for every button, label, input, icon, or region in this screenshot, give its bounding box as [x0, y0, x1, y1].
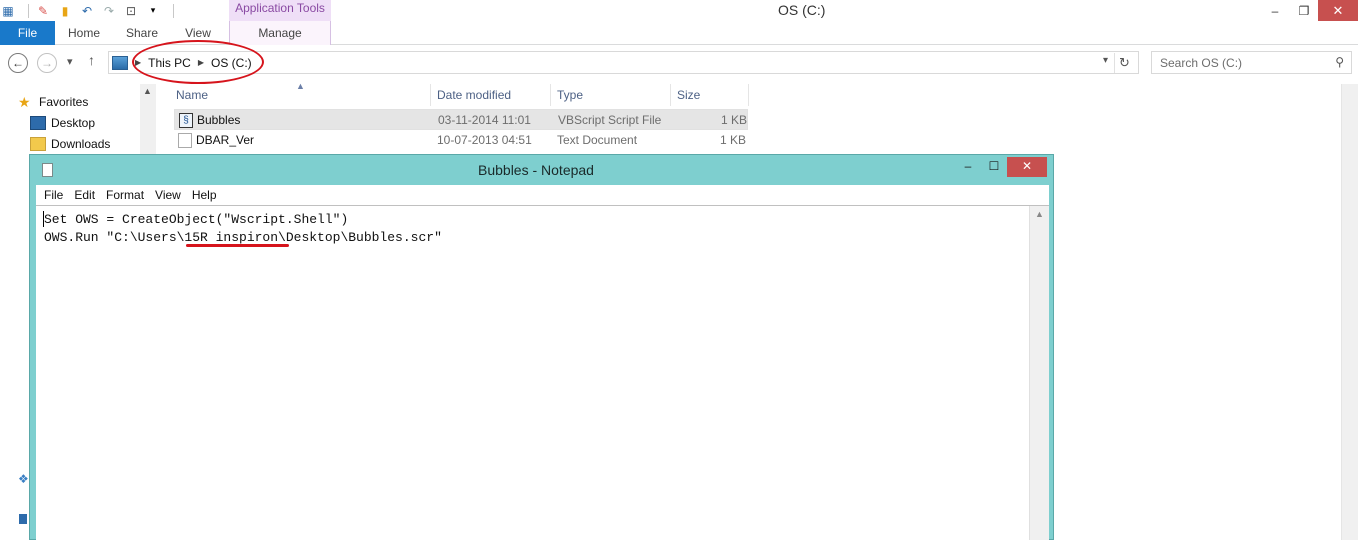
script-content[interactable]: Set OWS = CreateObject("Wscript.Shell") …: [44, 211, 442, 247]
new-folder-icon[interactable]: ▮: [57, 3, 73, 19]
address-bar[interactable]: ▶ This PC ▶ OS (C:) ▾ ↻: [108, 51, 1139, 74]
search-icon[interactable]: ⚲: [1335, 55, 1344, 69]
file-row[interactable]: DBAR_Ver 10-07-2013 04:51 Text Document …: [174, 130, 748, 151]
file-type: Text Document: [557, 133, 638, 147]
menu-format[interactable]: Format: [106, 188, 144, 202]
explorer-app-icon[interactable]: ▦: [0, 3, 16, 19]
nav-item-favorites[interactable]: ★ Favorites: [18, 92, 88, 112]
toolbar-divider: [28, 3, 29, 18]
nav-label: Favorites: [39, 95, 89, 109]
file-size: 1 KB: [720, 133, 747, 147]
scroll-up-icon[interactable]: ▲: [143, 86, 152, 96]
menu-file[interactable]: File: [44, 188, 63, 202]
notepad-window: Bubbles - Notepad – ☐ ✕ File Edit Format…: [29, 154, 1054, 540]
computer-icon[interactable]: [19, 514, 27, 524]
notepad-close-button[interactable]: ✕: [1007, 157, 1047, 177]
breadcrumb-separator-icon[interactable]: ▶: [135, 58, 141, 67]
ribbon-tabs: File Home Share View Manage: [0, 21, 1358, 45]
file-list: ▲ Name Date modified Type Size § Bubbles…: [172, 81, 752, 148]
column-header-size[interactable]: Size: [677, 88, 700, 102]
undo-icon[interactable]: ↶: [79, 3, 95, 19]
file-date: 10-07-2013 04:51: [437, 133, 532, 147]
file-list-header: ▲ Name Date modified Type Size: [172, 81, 752, 106]
column-divider[interactable]: [550, 84, 551, 106]
column-divider[interactable]: [748, 84, 749, 106]
search-box[interactable]: ⚲: [1151, 51, 1352, 74]
notepad-app-icon[interactable]: [42, 163, 53, 177]
column-header-name[interactable]: Name: [176, 88, 208, 102]
sort-ascending-icon: ▲: [296, 81, 305, 91]
nav-label: Desktop: [51, 116, 96, 130]
toolbar-divider: [173, 3, 174, 18]
restore-button[interactable]: ❐: [1291, 0, 1317, 21]
back-arrow-icon: ←: [12, 56, 24, 70]
back-button[interactable]: ←: [8, 53, 28, 73]
properties-icon[interactable]: ✎: [35, 3, 51, 19]
nav-item-desktop[interactable]: Desktop: [30, 113, 95, 133]
notepad-scrollbar[interactable]: ▲: [1029, 206, 1049, 540]
desktop-icon: [30, 116, 46, 130]
forward-arrow-icon: →: [41, 56, 53, 70]
up-arrow-icon[interactable]: ↑: [88, 52, 95, 68]
application-tools-header: Application Tools: [229, 0, 331, 21]
menu-help[interactable]: Help: [192, 188, 217, 202]
forward-button[interactable]: →: [37, 53, 57, 73]
breadcrumb-os-c[interactable]: OS (C:): [211, 56, 252, 70]
column-header-date-modified[interactable]: Date modified: [437, 88, 511, 102]
notepad-title-text: Bubbles - Notepad: [478, 162, 594, 178]
navigation-row: ← → ▾ ↑ ▶ This PC ▶ OS (C:) ▾ ↻ ⚲: [0, 46, 1358, 80]
tab-share[interactable]: Share: [117, 21, 167, 45]
tab-manage[interactable]: Manage: [229, 21, 331, 45]
file-row[interactable]: § Bubbles 03-11-2014 11:01 VBScript Scri…: [174, 109, 748, 130]
file-date: 03-11-2014 11:01: [438, 113, 531, 127]
file-name: Bubbles: [197, 113, 241, 127]
close-button[interactable]: ✕: [1318, 0, 1358, 21]
breadcrumb-separator-icon[interactable]: ▶: [198, 58, 204, 67]
text-caret: [43, 211, 44, 227]
nav-item-downloads[interactable]: Downloads: [30, 134, 110, 154]
nav-label: Downloads: [51, 137, 111, 151]
this-pc-icon: [112, 55, 128, 70]
vbscript-file-icon: §: [179, 113, 193, 128]
column-header-type[interactable]: Type: [557, 88, 583, 102]
breadcrumb-this-pc[interactable]: This PC: [148, 56, 191, 70]
explorer-title-text: OS (C:): [778, 2, 826, 18]
column-divider[interactable]: [670, 84, 671, 106]
notepad-title-bar[interactable]: Bubbles - Notepad – ☐ ✕: [30, 155, 1053, 185]
recent-locations-icon[interactable]: ▾: [67, 55, 73, 68]
column-divider[interactable]: [430, 84, 431, 106]
tab-view[interactable]: View: [174, 21, 222, 45]
refresh-icon[interactable]: ↻: [1114, 53, 1134, 73]
file-list-scrollbar[interactable]: [1341, 84, 1358, 540]
menu-view[interactable]: View: [155, 188, 181, 202]
star-icon: ★: [18, 94, 31, 110]
downloads-icon: [30, 137, 46, 151]
notepad-maximize-button[interactable]: ☐: [982, 157, 1006, 177]
file-type: VBScript Script File: [558, 113, 662, 127]
tab-home[interactable]: Home: [58, 21, 110, 45]
redo-icon[interactable]: ↷: [101, 3, 117, 19]
quick-access-toolbar: ▦ ✎ ▮ ↶ ↷ ⊡ ▾: [0, 0, 180, 21]
notepad-minimize-button[interactable]: –: [956, 157, 980, 177]
customize-qat-icon[interactable]: ▾: [145, 3, 161, 19]
minimize-button[interactable]: –: [1262, 0, 1288, 21]
network-icon[interactable]: ❖: [18, 472, 29, 486]
address-dropdown-icon[interactable]: ▾: [1103, 55, 1108, 66]
tab-file[interactable]: File: [0, 21, 55, 45]
notepad-menu-bar: File Edit Format View Help: [36, 185, 1049, 205]
rename-icon[interactable]: ⊡: [123, 3, 139, 19]
file-size: 1 KB: [721, 113, 748, 127]
menu-edit[interactable]: Edit: [74, 188, 95, 202]
search-input[interactable]: [1152, 52, 1322, 73]
explorer-title-bar: ▦ ✎ ▮ ↶ ↷ ⊡ ▾ Application Tools OS (C:) …: [0, 0, 1358, 21]
scroll-up-icon[interactable]: ▲: [1035, 209, 1044, 219]
notepad-text-area[interactable]: Set OWS = CreateObject("Wscript.Shell") …: [36, 205, 1049, 540]
file-name: DBAR_Ver: [196, 133, 255, 147]
text-file-icon: [178, 133, 192, 148]
